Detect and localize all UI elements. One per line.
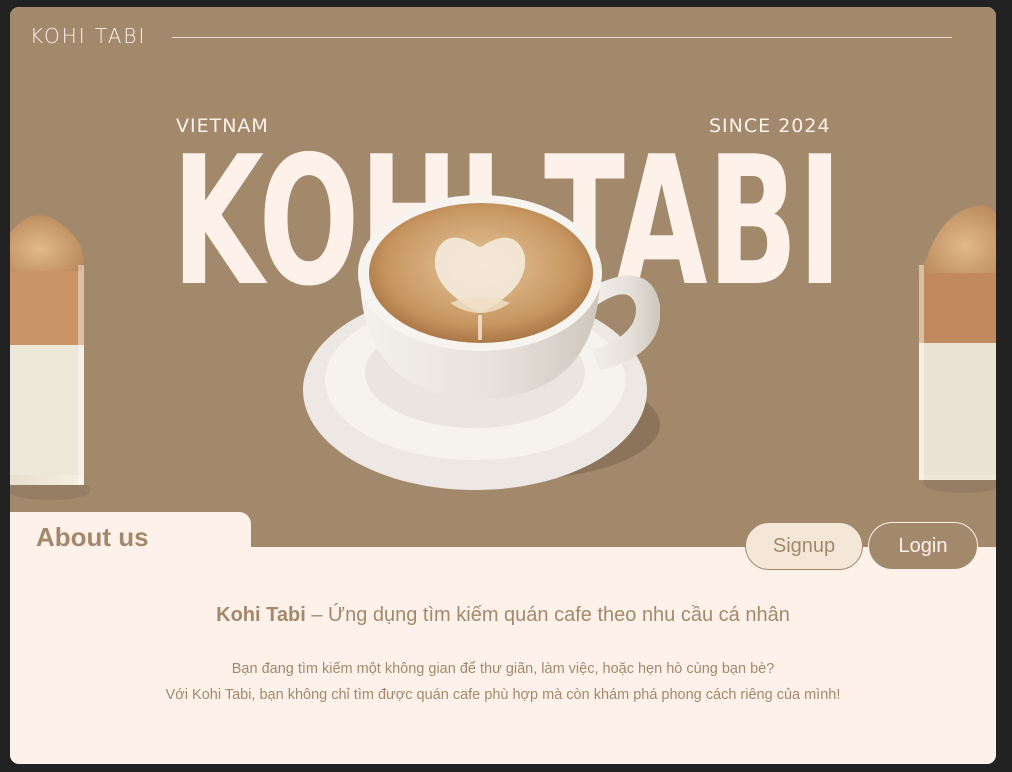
hero-banner: KOHI TABI VIETNAM SINCE 2024 KOHI TABI	[10, 7, 996, 547]
logo[interactable]: KOHI TABI	[30, 24, 146, 48]
brand-name: Kohi Tabi	[216, 604, 306, 626]
tagline: – Ứng dụng tìm kiếm quán cafe theo nhu c…	[305, 604, 790, 626]
dalgona-drink-left	[10, 205, 92, 505]
description-line-1: Bạn đang tìm kiếm một không gian để thư …	[231, 661, 775, 677]
header-divider	[172, 37, 952, 38]
dalgona-drink-right	[913, 195, 996, 495]
signup-button[interactable]: Signup	[745, 522, 863, 570]
about-headline: Kohi Tabi – Ứng dụng tìm kiếm quán cafe …	[10, 604, 996, 627]
latte-cup-image	[300, 195, 661, 495]
login-button[interactable]: Login	[868, 522, 978, 570]
about-us-heading: About us	[36, 522, 149, 552]
app-frame: KOHI TABI VIETNAM SINCE 2024 KOHI TABI A…	[10, 7, 996, 764]
description-line-2: Với Kohi Tabi, bạn không chỉ tìm được qu…	[165, 687, 841, 703]
